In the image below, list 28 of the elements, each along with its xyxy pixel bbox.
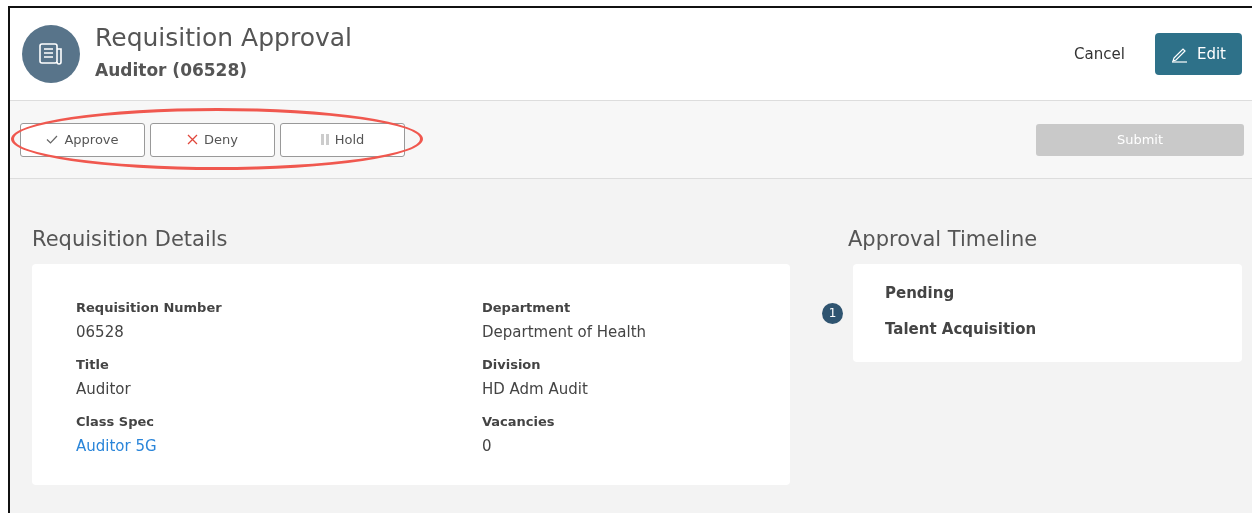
pause-icon <box>320 134 329 145</box>
document-icon <box>39 43 63 65</box>
step-number-badge: 1 <box>822 302 843 324</box>
field-label: Class Spec <box>76 414 155 429</box>
step-status: Pending <box>885 284 956 302</box>
step-approver: Talent Acquisition <box>885 320 1038 338</box>
field-value: Department of Health <box>482 323 648 341</box>
approve-button[interactable]: Approve <box>20 122 145 157</box>
field-value: HD Adm Audit <box>482 380 589 398</box>
field-value: 06528 <box>76 323 125 341</box>
field-link[interactable]: Auditor 5G <box>76 437 482 455</box>
cancel-button[interactable]: Cancel <box>1068 39 1131 69</box>
field-label: Division <box>482 357 542 372</box>
hold-button[interactable]: Hold <box>280 122 405 157</box>
field-value: 0 <box>482 437 493 455</box>
section-heading: Requisition Details <box>32 227 229 251</box>
page-subtitle: Auditor (06528) <box>95 59 249 80</box>
section-heading: Approval Timeline <box>848 227 1039 251</box>
field-label: Requisition Number <box>76 300 223 315</box>
field-value: Auditor <box>76 380 132 398</box>
check-icon <box>46 135 59 144</box>
field-label: Vacancies <box>482 414 556 429</box>
page-title: Requisition Approval <box>95 22 354 52</box>
field-label: Department <box>482 300 572 315</box>
field-label: Title <box>76 357 110 372</box>
close-icon <box>187 134 198 145</box>
deny-button[interactable]: Deny <box>150 122 275 157</box>
edit-button[interactable]: Edit <box>1154 33 1242 75</box>
